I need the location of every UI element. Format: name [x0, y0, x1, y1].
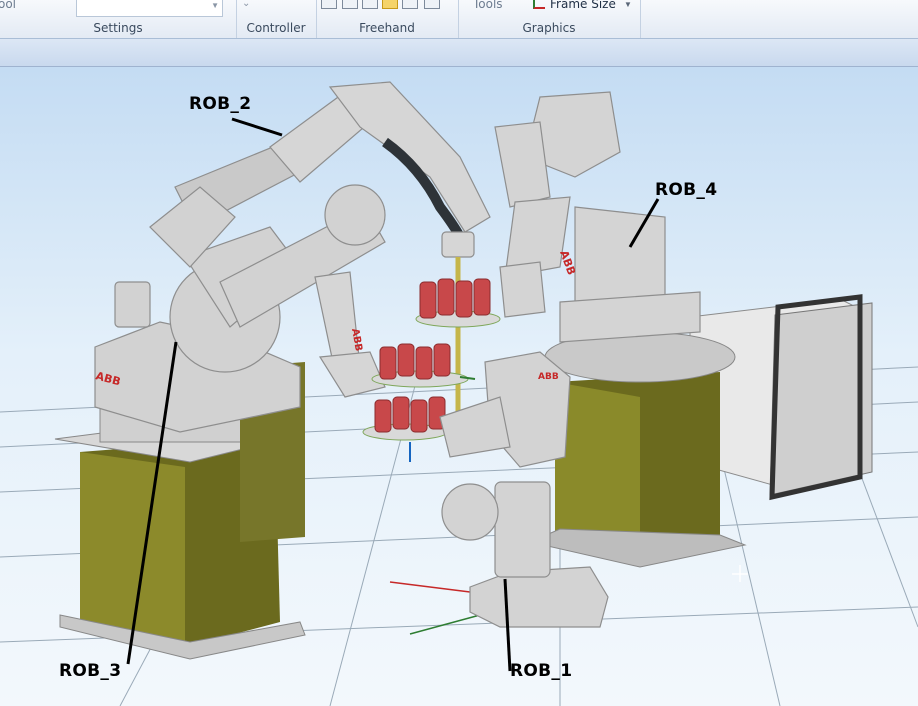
crosshair-icon	[732, 565, 748, 582]
freehand-multi-robot-icon[interactable]	[424, 0, 440, 9]
callout-rob-4: ROB_4	[655, 180, 718, 200]
ribbon-group-label-settings: Settings	[93, 21, 143, 35]
ribbon-group-label-graphics: Graphics	[522, 21, 576, 35]
freehand-jog-linear-icon[interactable]	[382, 0, 398, 9]
chevron-down-icon: ⌄	[242, 0, 251, 9]
3d-viewport[interactable]: ABB ABB ABB ABB ROB_2 ROB_4 ROB_3 ROB_1	[0, 67, 918, 706]
ribbon: ool ▼ Settings ⌄ Controller Freehand Too…	[0, 0, 918, 39]
chevron-down-icon[interactable]: ▼	[624, 0, 632, 9]
robot-rob4	[494, 91, 701, 343]
freehand-jog-joint-icon[interactable]	[362, 0, 378, 9]
robot-cell-scene: ABB ABB ABB ABB	[0, 81, 918, 706]
ribbon-strip	[0, 39, 918, 67]
freehand-move-icon[interactable]	[321, 0, 337, 9]
graphic-tools-button[interactable]: Tools	[473, 0, 503, 11]
chevron-down-icon: ▼	[211, 1, 219, 10]
ribbon-group-freehand: Freehand	[316, 0, 459, 38]
callout-rob-2: ROB_2	[189, 94, 252, 114]
frame-size-label: Frame Size	[550, 0, 616, 11]
abb-logo-rob1: ABB	[538, 372, 559, 382]
frame-size-button[interactable]: Frame Size	[533, 0, 616, 11]
callout-rob-3: ROB_3	[59, 661, 122, 681]
robotstudio-window: ool ▼ Settings ⌄ Controller Freehand Too…	[0, 0, 918, 706]
callout-rob-1: ROB_1	[510, 661, 573, 681]
ribbon-group-controller: ⌄ Controller	[236, 0, 317, 38]
freehand-rotate-icon[interactable]	[342, 0, 358, 9]
frame-axes-icon	[533, 0, 545, 9]
ribbon-group-label-controller: Controller	[246, 21, 306, 35]
settings-combo[interactable]: ▼	[76, 0, 223, 17]
ribbon-group-label-freehand: Freehand	[359, 21, 415, 35]
ribbon-group-settings: ▼ Settings	[0, 0, 237, 38]
freehand-jog-reorient-icon[interactable]	[402, 0, 418, 9]
